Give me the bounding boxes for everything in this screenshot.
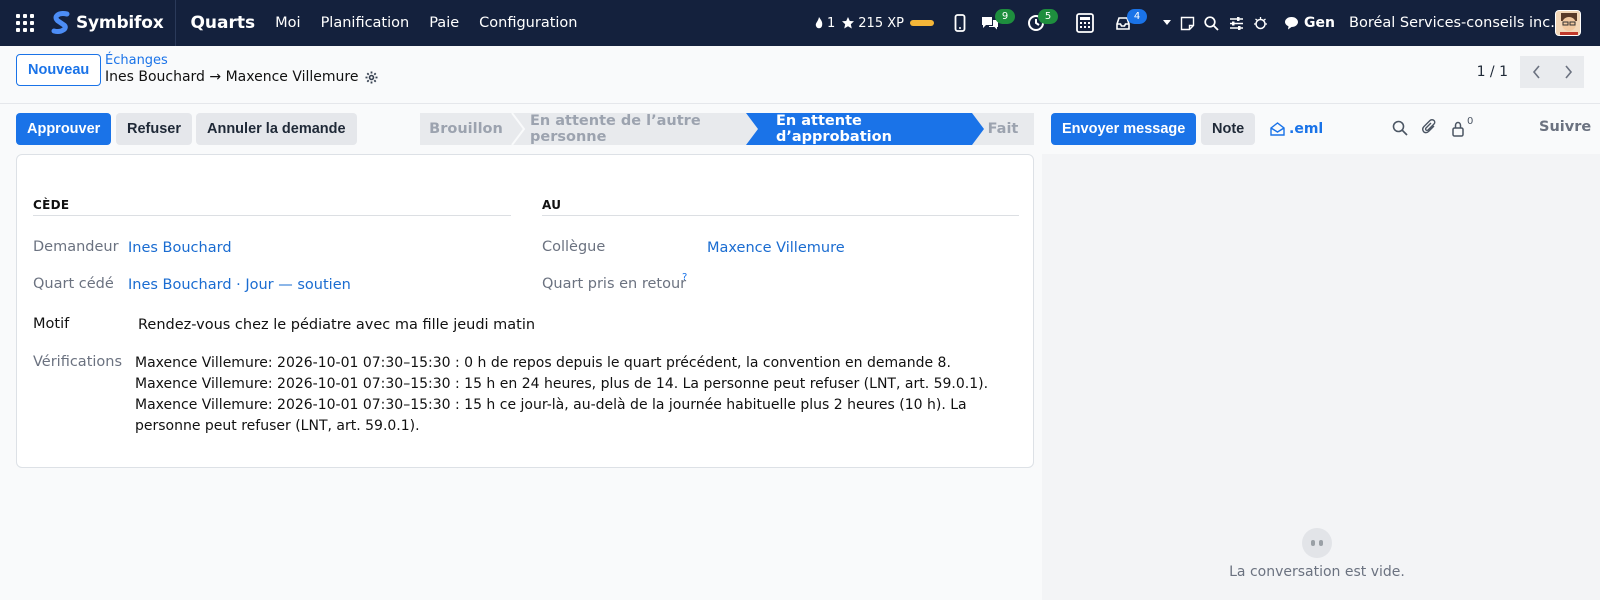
check-line: Maxence Villemure: 2026-10-01 07:30–15:3… — [135, 355, 951, 371]
form-sheet: CÈDE AU Demandeur Ines Bouchard Quart cé… — [16, 154, 1034, 468]
grid-icon — [16, 14, 34, 32]
shift-taken-label: Quart pris en retour — [542, 276, 687, 292]
sticky-note-icon — [1180, 16, 1195, 30]
activities-count-badge: 5 — [1038, 9, 1058, 24]
brand-logo-icon — [51, 11, 70, 34]
streak-count: 1 — [827, 15, 836, 31]
reason-label: Motif — [33, 316, 70, 332]
gear-icon[interactable] — [365, 71, 378, 84]
follow-button[interactable]: Suivre — [1539, 119, 1591, 135]
speech-bubble-icon — [1285, 17, 1298, 30]
search-icon — [1204, 15, 1219, 31]
brand-name: Symbifox — [76, 13, 164, 33]
xp-value: 215 XP — [858, 15, 904, 31]
stage-arrows-icon — [511, 113, 984, 145]
send-message-button[interactable]: Envoyer message — [1051, 113, 1197, 145]
eml-label: .eml — [1289, 121, 1324, 137]
followers-button[interactable]: 0 — [1451, 116, 1473, 137]
bug-icon — [1254, 16, 1267, 29]
colleague-field[interactable]: Maxence Villemure — [707, 240, 845, 256]
paperclip-icon — [1422, 119, 1436, 134]
lock-icon — [1452, 121, 1464, 137]
app-menu-button[interactable] — [0, 0, 50, 46]
pager-next-button[interactable] — [1552, 56, 1584, 88]
cancel-request-button[interactable]: Annuler la demande — [196, 113, 357, 145]
caret-down-icon — [1163, 20, 1171, 25]
checks-label: Vérifications — [33, 354, 123, 370]
section-title-au: AU — [542, 198, 562, 212]
app-title[interactable]: Quarts — [190, 13, 255, 33]
menu-item-planification[interactable]: Planification — [311, 15, 420, 31]
pager: 1 / 1 — [1477, 56, 1584, 88]
requester-label: Demandeur — [33, 239, 119, 255]
phone-icon — [954, 14, 966, 32]
check-line: Maxence Villemure: 2026-10-01 07:30–15:3… — [135, 397, 967, 434]
search-icon — [1392, 120, 1408, 136]
inbox-count-badge: 4 — [1127, 9, 1147, 24]
chevron-right-icon — [1564, 65, 1572, 79]
record-title: Ines Bouchard → Maxence Villemure — [105, 69, 359, 85]
shift-given-label: Quart cédé — [33, 276, 114, 292]
approve-button[interactable]: Approuver — [16, 113, 112, 145]
check-line: Maxence Villemure: 2026-10-01 07:30–15:3… — [135, 376, 989, 392]
empty-conversation-text: La conversation est vide. — [1229, 564, 1405, 580]
search-messages-button[interactable] — [1392, 120, 1408, 140]
section-title-cede: CÈDE — [33, 198, 70, 212]
avatar — [1555, 10, 1581, 36]
section-divider — [542, 215, 1019, 216]
colleague-label: Collègue — [542, 239, 606, 255]
checks-field: Maxence Villemure: 2026-10-01 07:30–15:3… — [135, 353, 1005, 437]
inbox-button[interactable] — [1115, 0, 1131, 46]
flame-icon — [815, 17, 823, 29]
empty-chat-icon — [1302, 528, 1332, 558]
eml-upload-button[interactable]: .eml — [1270, 113, 1323, 145]
reason-field[interactable]: Rendez-vous chez le pédiatre avec ma fil… — [138, 317, 535, 333]
calculator-button[interactable] — [1076, 0, 1094, 46]
chatter-topbar: Envoyer message Note .eml 0 Suivre — [1042, 104, 1600, 154]
status-bar: Approuver Refuser Annuler la demande Bro… — [0, 104, 1042, 154]
calculator-icon — [1076, 13, 1094, 33]
xp-progress-bar — [909, 20, 934, 26]
phone-button[interactable] — [954, 0, 966, 46]
star-icon — [842, 17, 855, 29]
sliders-icon — [1230, 16, 1243, 30]
gamification-widget[interactable]: 1 215 XP — [814, 0, 934, 46]
log-note-button[interactable]: Note — [1201, 113, 1256, 145]
followers-count: 0 — [1467, 116, 1474, 127]
chevron-left-icon — [1532, 65, 1540, 79]
top-navbar: Symbifox Quarts Moi Planification Paie C… — [0, 0, 1600, 46]
menu-item-moi[interactable]: Moi — [265, 15, 310, 31]
sticky-note-button[interactable] — [1180, 0, 1195, 46]
dropdown-toggle[interactable] — [1163, 0, 1171, 46]
menu-item-configuration[interactable]: Configuration — [469, 15, 587, 31]
breadcrumb-parent-link[interactable]: Échanges — [105, 53, 378, 68]
help-tooltip-icon[interactable]: ? — [682, 272, 687, 283]
section-divider — [33, 215, 511, 216]
ai-gen-label: Gen — [1304, 15, 1335, 31]
pager-value[interactable]: 1 / 1 — [1477, 64, 1508, 80]
attachments-button[interactable] — [1422, 119, 1438, 140]
ai-gen-button[interactable]: Gen — [1284, 0, 1335, 46]
chatter-panel: Envoyer message Note .eml 0 Suivre La co… — [1042, 104, 1600, 600]
menu-item-paie[interactable]: Paie — [419, 15, 469, 31]
brand[interactable]: Symbifox — [50, 0, 177, 46]
refuse-button[interactable]: Refuser — [116, 113, 192, 145]
shift-given-field[interactable]: Ines Bouchard · Jour — soutien — [128, 277, 351, 293]
user-avatar-icon — [1556, 11, 1580, 35]
global-search-button[interactable] — [1204, 0, 1219, 46]
control-panel: Nouveau Échanges Ines Bouchard → Maxence… — [0, 46, 1600, 104]
new-record-button[interactable]: Nouveau — [16, 54, 102, 86]
debug-button[interactable] — [1253, 0, 1268, 46]
pager-previous-button[interactable] — [1520, 56, 1552, 88]
company-switcher[interactable]: Boréal Services-conseils inc. — [1349, 0, 1555, 46]
user-menu[interactable] — [1555, 0, 1581, 46]
requester-field[interactable]: Ines Bouchard — [128, 240, 232, 256]
breadcrumb: Échanges Ines Bouchard → Maxence Villemu… — [105, 53, 378, 85]
settings-sliders-button[interactable] — [1229, 0, 1244, 46]
messages-count-badge: 9 — [995, 9, 1015, 24]
company-name: Boréal Services-conseils inc. — [1349, 15, 1555, 31]
envelope-open-icon — [1270, 122, 1285, 136]
